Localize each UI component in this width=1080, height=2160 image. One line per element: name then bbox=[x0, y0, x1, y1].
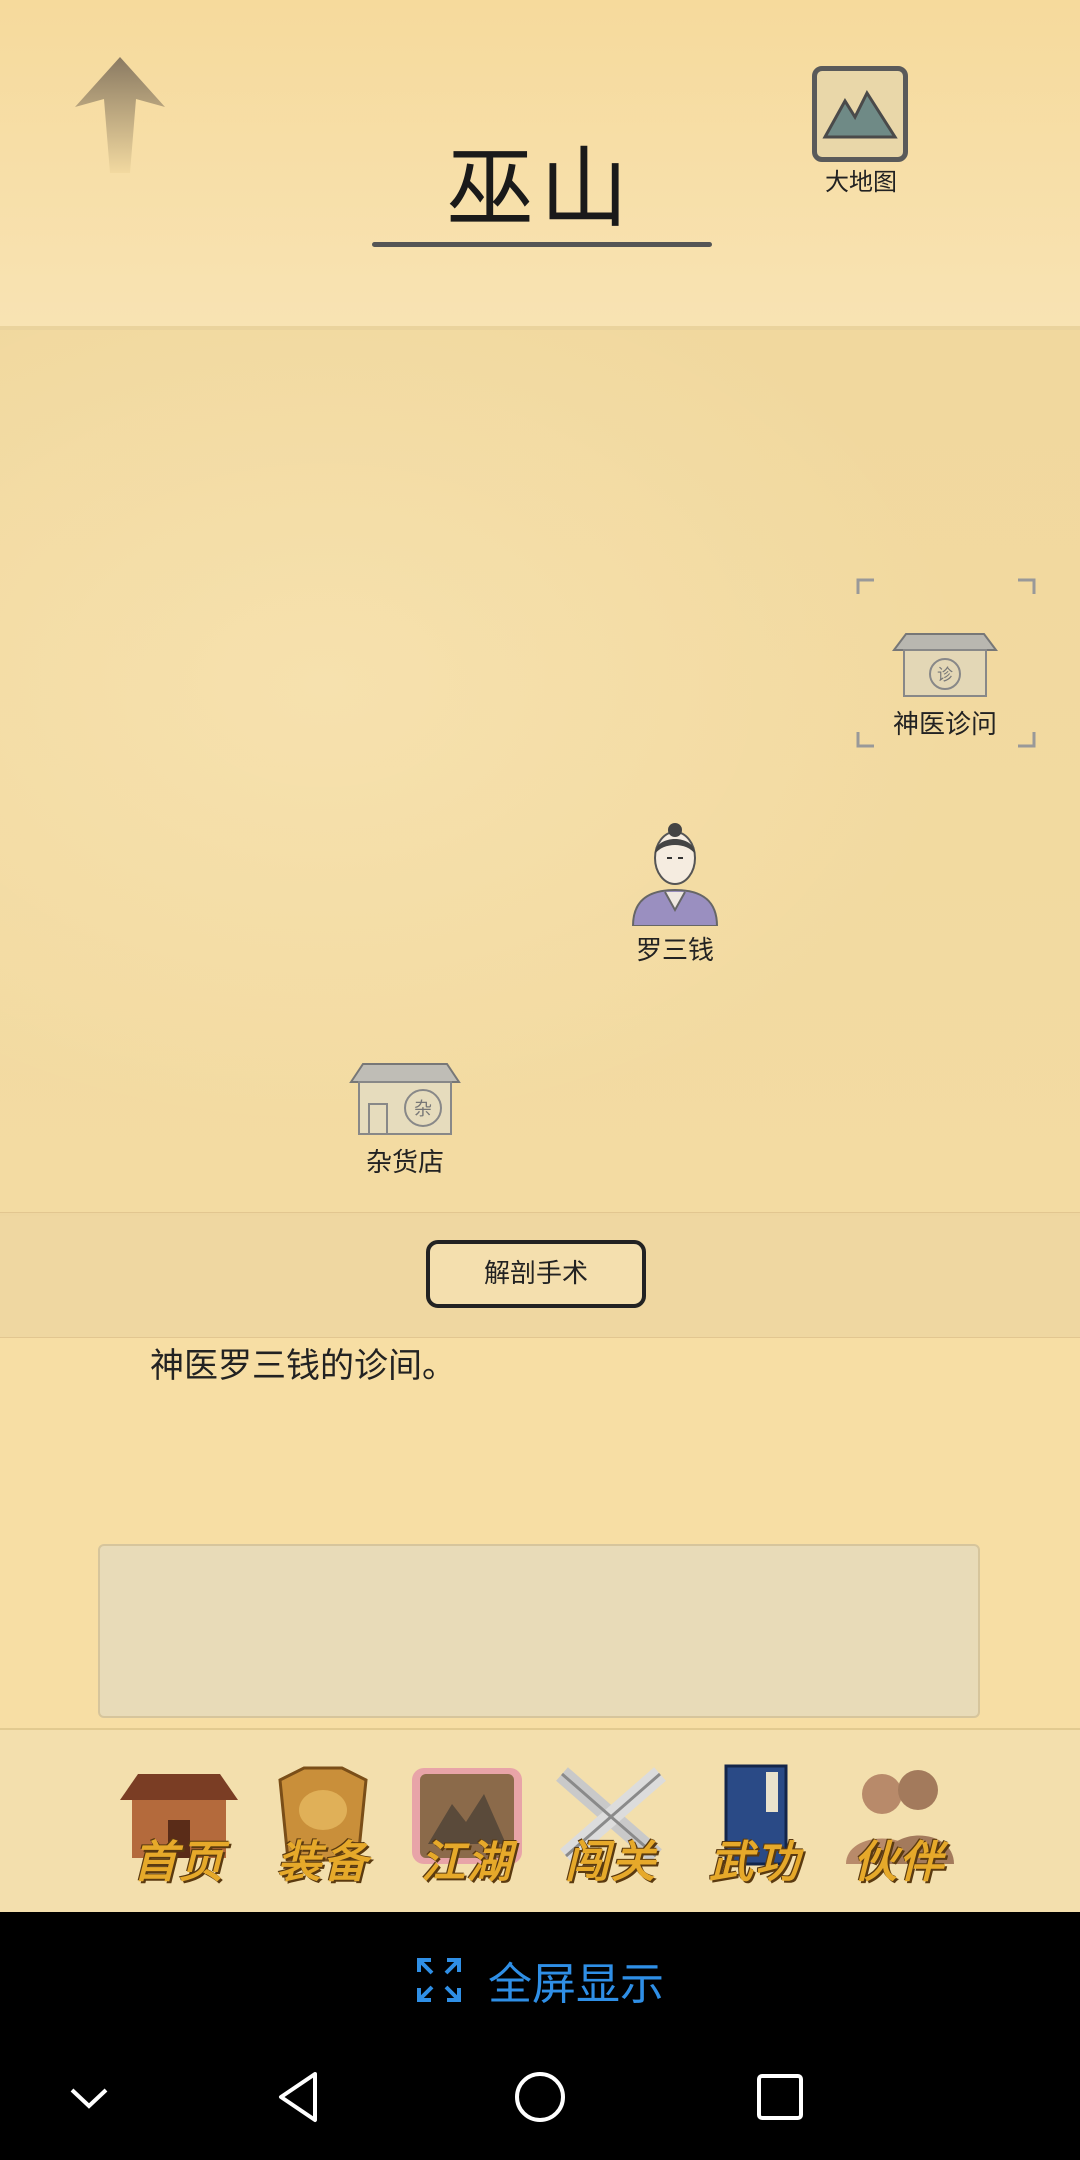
svg-text:杂: 杂 bbox=[414, 1099, 432, 1120]
title-underline bbox=[372, 242, 712, 247]
nav-item-home[interactable]: 首页 bbox=[116, 1760, 242, 1890]
svg-text:诊: 诊 bbox=[937, 665, 953, 684]
map-area bbox=[0, 326, 1080, 1216]
home-circle-icon[interactable] bbox=[505, 2062, 575, 2132]
nav-label: 闯关 bbox=[565, 1837, 657, 1888]
world-map-label: 大地图 bbox=[825, 168, 897, 196]
page-title: 巫山 bbox=[445, 137, 634, 240]
nav-item-companions[interactable]: 伙伴 bbox=[836, 1760, 962, 1890]
poi-label: 罗三钱 bbox=[635, 936, 714, 966]
nav-item-jianghu[interactable]: 江湖 bbox=[404, 1760, 530, 1890]
nav-item-challenge[interactable]: 闯关 bbox=[548, 1760, 674, 1890]
world-map-button[interactable]: 大地图 bbox=[806, 62, 916, 196]
nav-label: 伙伴 bbox=[853, 1837, 945, 1888]
store-building-icon: 杂 bbox=[349, 1063, 461, 1135]
poi-general-store[interactable]: 杂 杂货店 bbox=[340, 1058, 470, 1179]
poi-label: 杂货店 bbox=[365, 1148, 444, 1178]
mountain-icon bbox=[812, 66, 908, 162]
fullscreen-button[interactable]: 全屏显示 bbox=[0, 1948, 1080, 2010]
message-log bbox=[98, 1544, 980, 1718]
nav-label: 首页 bbox=[133, 1837, 225, 1888]
nav-label: 武功 bbox=[709, 1837, 801, 1888]
bottom-nav: 首页 装备 江湖 闯关 武功 伙伴 bbox=[0, 1728, 1080, 1914]
nav-item-equipment[interactable]: 装备 bbox=[260, 1760, 386, 1890]
selection-corner-icon bbox=[856, 732, 874, 748]
selection-corner-icon bbox=[1018, 732, 1036, 748]
clinic-building-icon: 诊 bbox=[892, 633, 998, 697]
header: 巫山 大地图 bbox=[0, 0, 1080, 326]
dissection-surgery-button[interactable]: 解剖手术 bbox=[426, 1240, 646, 1308]
selection-corner-icon bbox=[1018, 578, 1036, 594]
back-triangle-icon[interactable] bbox=[265, 2062, 335, 2132]
fullscreen-label: 全屏显示 bbox=[488, 1959, 664, 2010]
npc-portrait-icon bbox=[631, 823, 719, 927]
recents-square-icon[interactable] bbox=[745, 2062, 815, 2132]
game-screen: 巫山 大地图 诊 神医诊问 罗三钱 杂 杂货店 解剖手术 神医罗三钱的诊间。 首… bbox=[0, 0, 1080, 2160]
nav-label: 装备 bbox=[277, 1837, 369, 1888]
nav-label: 江湖 bbox=[421, 1837, 513, 1888]
nav-item-martial-arts[interactable]: 武功 bbox=[692, 1760, 818, 1890]
poi-label: 神医诊问 bbox=[892, 710, 997, 740]
poi-clinic[interactable]: 诊 神医诊问 bbox=[880, 628, 1010, 741]
chevron-down-icon[interactable] bbox=[54, 2062, 124, 2132]
expand-icon bbox=[417, 1958, 461, 2002]
selection-corner-icon bbox=[856, 578, 874, 594]
npc-luo-sanqian[interactable]: 罗三钱 bbox=[620, 814, 730, 967]
location-description: 神医罗三钱的诊间。 bbox=[150, 1346, 456, 1386]
